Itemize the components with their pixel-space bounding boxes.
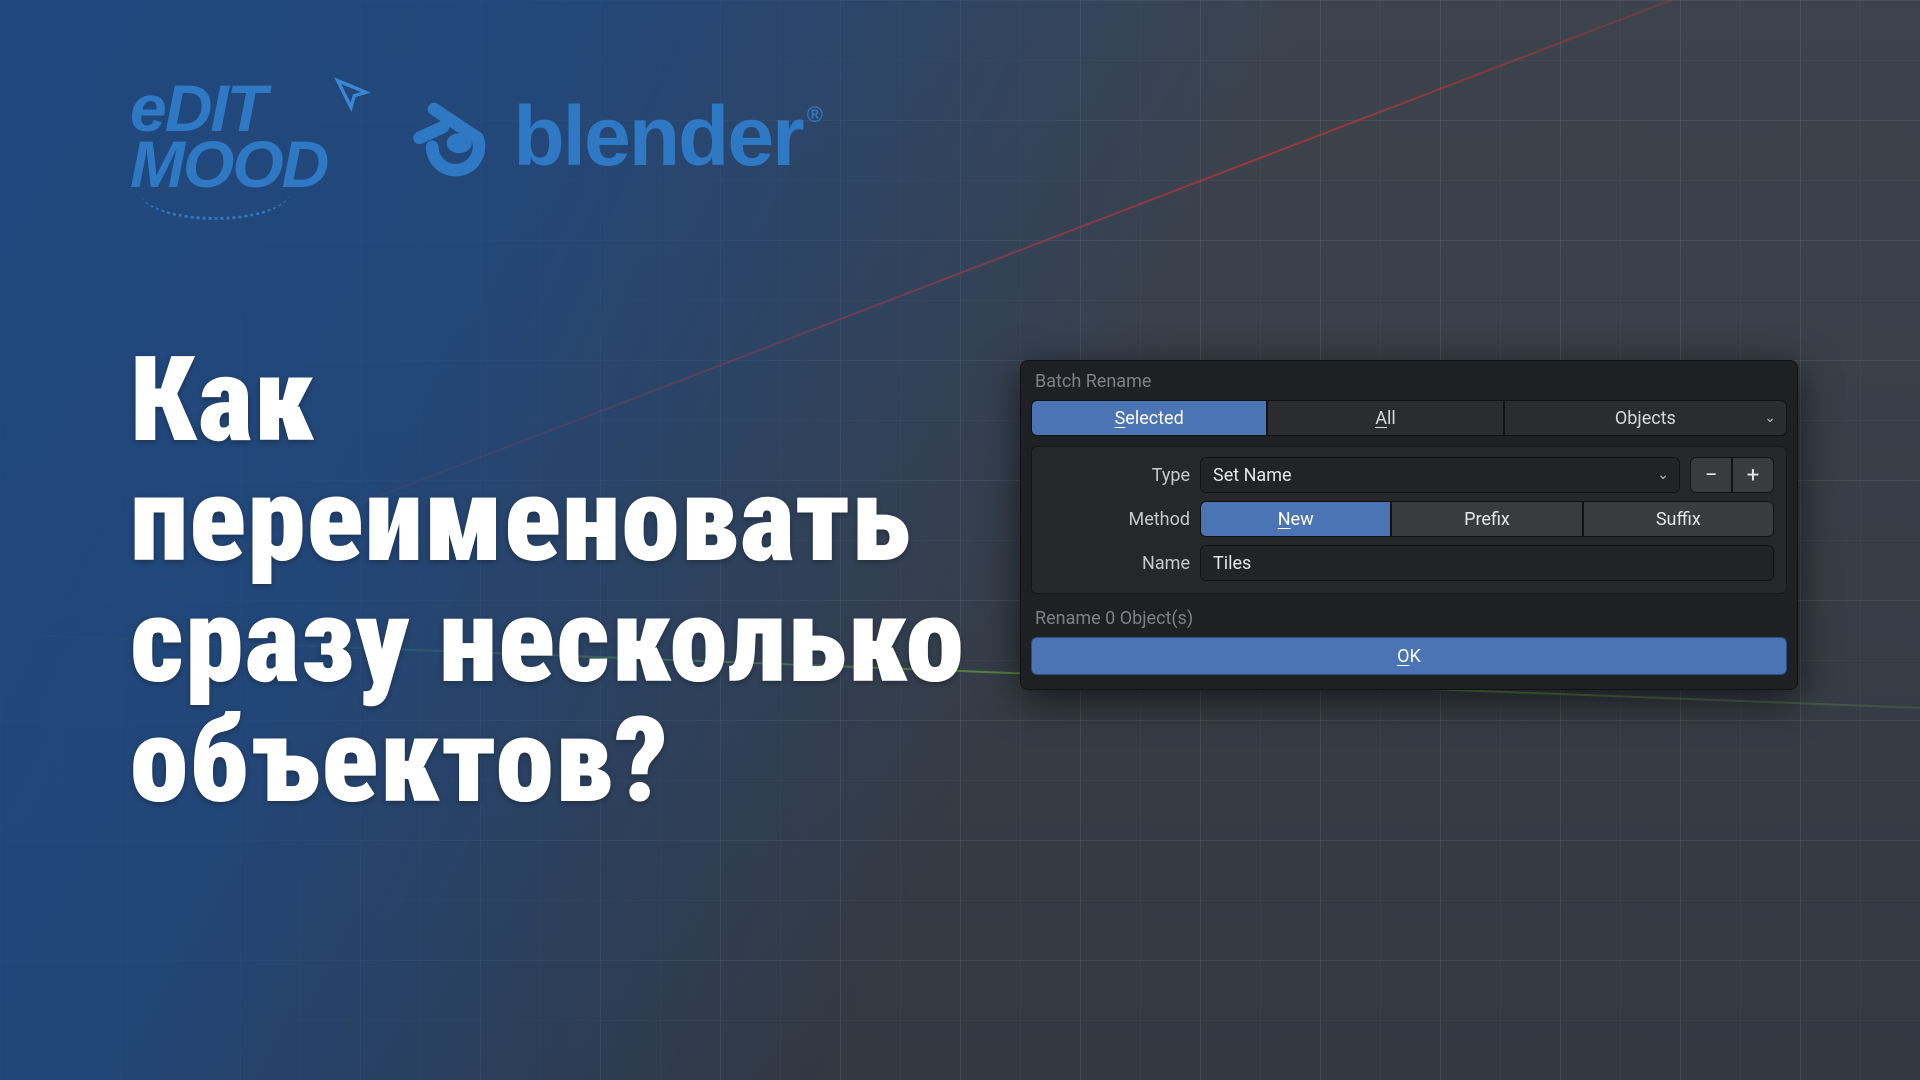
blender-logo: blender® — [407, 88, 817, 185]
datatype-select[interactable]: Objects ⌄ — [1504, 400, 1787, 436]
ok-label-rest: K — [1410, 646, 1421, 667]
scope-row: Selected All Objects ⌄ — [1021, 400, 1797, 446]
batch-rename-dialog: Batch Rename Selected All Objects ⌄ Type… — [1020, 360, 1798, 690]
scope-all-label: ll — [1387, 408, 1396, 429]
logo-row: eDIT MOOD blender® — [130, 80, 817, 192]
type-label: Type — [1044, 465, 1190, 486]
blender-icon — [407, 91, 497, 181]
plus-icon: + — [1747, 463, 1759, 488]
method-new-label-rest: ew — [1291, 509, 1314, 530]
minus-icon: − — [1705, 463, 1718, 488]
method-label: Method — [1044, 509, 1190, 530]
chevron-down-icon: ⌄ — [1764, 410, 1776, 426]
type-select[interactable]: Set Name ⌄ — [1200, 457, 1680, 493]
scope-selected-label: elected — [1125, 408, 1183, 429]
name-label: Name — [1044, 553, 1190, 574]
operation-panel: Type Set Name ⌄ − + Method — [1031, 446, 1787, 594]
name-value: Tiles — [1213, 553, 1251, 574]
method-prefix-button[interactable]: Prefix — [1391, 501, 1582, 537]
cursor-icon — [331, 74, 371, 118]
add-operation-button[interactable]: + — [1732, 457, 1774, 493]
type-value: Set Name — [1213, 465, 1292, 486]
chevron-down-icon: ⌄ — [1657, 467, 1669, 483]
method-group: New Prefix Suffix — [1200, 501, 1774, 537]
edit-mood-logo: eDIT MOOD — [130, 80, 327, 192]
ok-button[interactable]: OK — [1031, 637, 1787, 675]
method-suffix-button[interactable]: Suffix — [1583, 501, 1774, 537]
scope-all-button[interactable]: All — [1267, 400, 1503, 436]
scope-selected-button[interactable]: Selected — [1031, 400, 1267, 436]
name-input[interactable]: Tiles — [1200, 545, 1774, 581]
headline-text: Как переименовать сразу несколько объект… — [130, 340, 1090, 821]
remove-operation-button[interactable]: − — [1690, 457, 1732, 493]
datatype-value: Objects — [1615, 408, 1676, 429]
method-suffix-label: Suffix — [1656, 509, 1701, 530]
blender-wordmark: blender® — [513, 88, 817, 185]
status-text: Rename 0 Object(s) — [1021, 604, 1797, 637]
dialog-title: Batch Rename — [1021, 361, 1797, 400]
method-prefix-label: Prefix — [1464, 509, 1510, 530]
viewport-scene: eDIT MOOD blender® Как переименовать сра… — [0, 0, 1920, 1080]
operation-steppers: − + — [1690, 457, 1774, 493]
method-new-button[interactable]: New — [1200, 501, 1391, 537]
